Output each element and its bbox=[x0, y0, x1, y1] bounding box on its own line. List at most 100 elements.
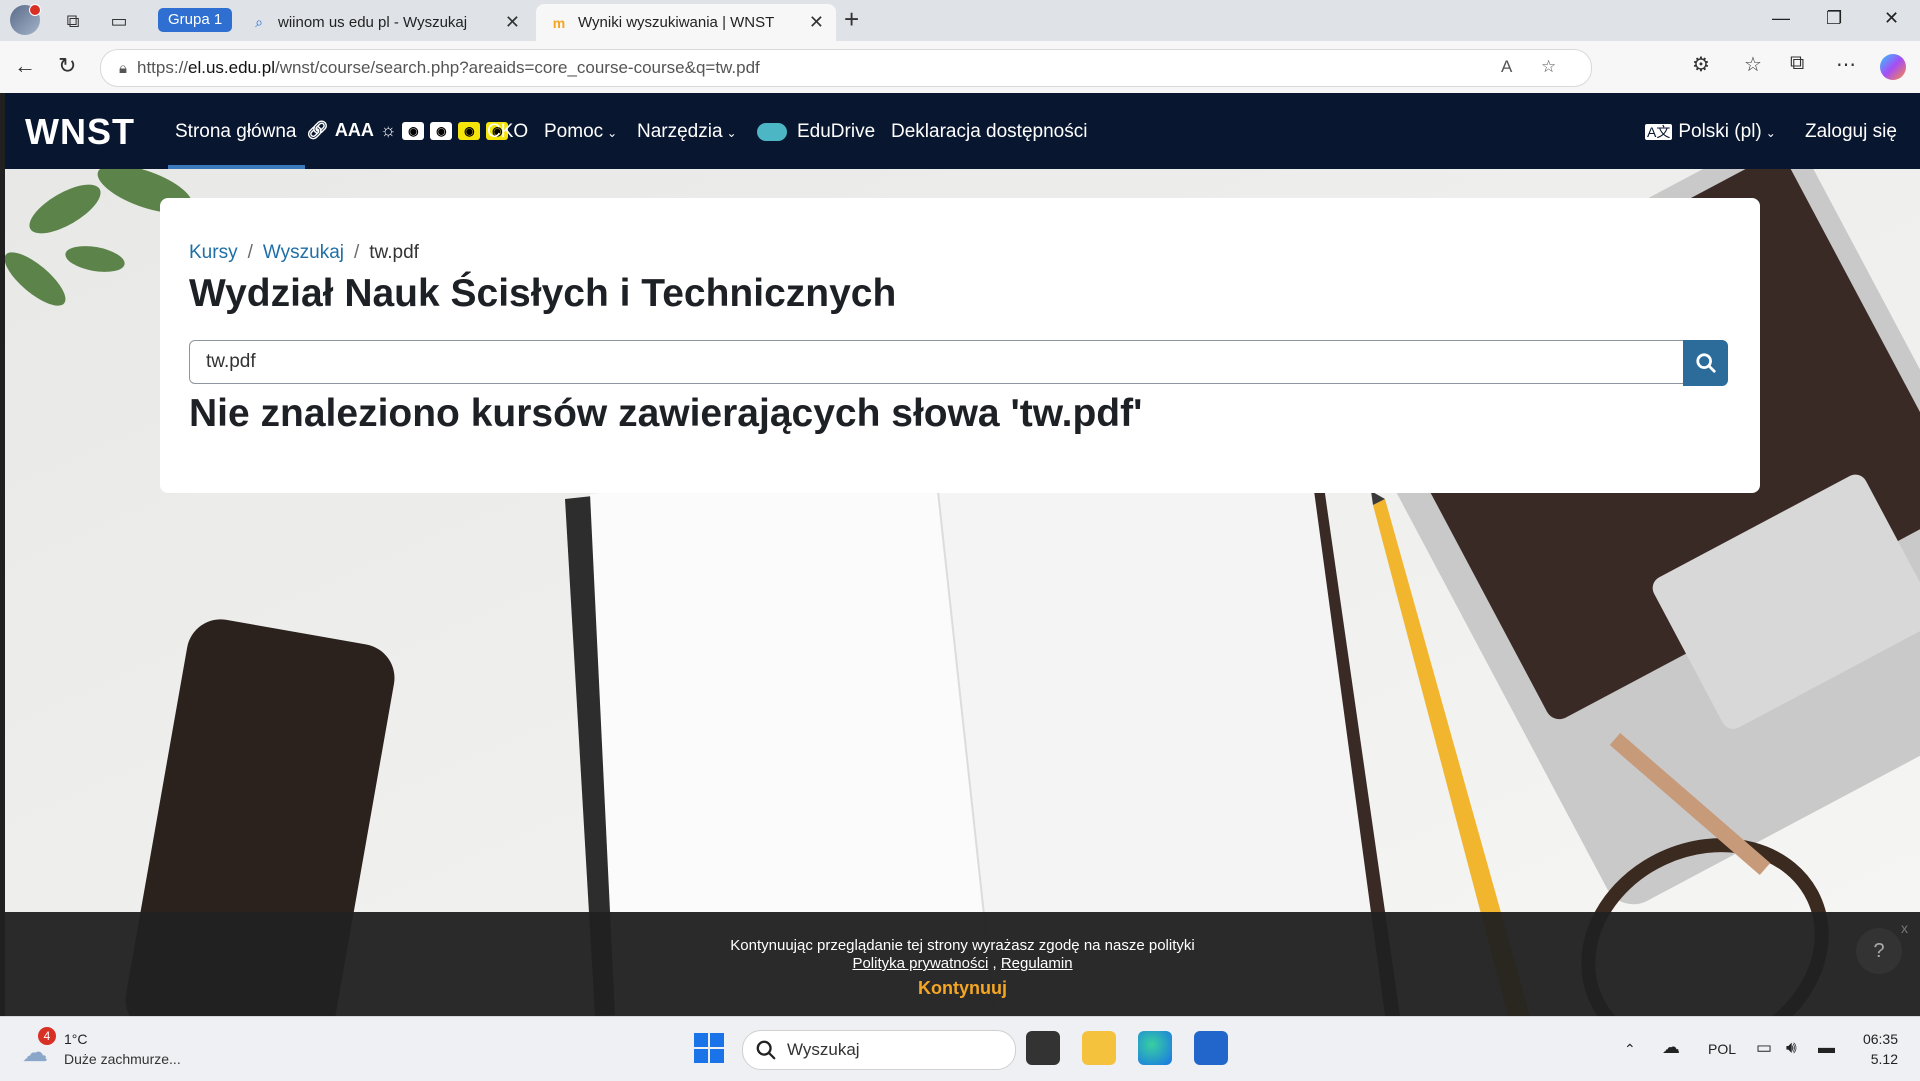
extensions-icon[interactable]: ⚙ bbox=[1692, 52, 1710, 77]
contrast-eye-icon[interactable]: ◉ bbox=[430, 121, 453, 140]
nav-tools[interactable]: Narzędzia ⌄ bbox=[637, 121, 737, 143]
search-icon bbox=[1695, 353, 1716, 373]
read-aloud-icon[interactable]: A bbox=[1501, 57, 1512, 77]
contrast-eye-icon[interactable]: ◉ bbox=[402, 121, 425, 140]
minimize-icon[interactable]: — bbox=[1772, 8, 1790, 29]
close-tab-icon[interactable]: ✕ bbox=[809, 12, 824, 33]
back-arrow-icon[interactable]: ← bbox=[14, 53, 36, 79]
chevron-down-icon: ⌄ bbox=[1765, 126, 1776, 140]
notification-dot bbox=[29, 4, 41, 16]
close-tab-icon[interactable]: ✕ bbox=[505, 12, 520, 33]
nav-edudrive-label: EduDrive bbox=[797, 121, 876, 142]
favorite-star-icon[interactable]: ☆ bbox=[1541, 57, 1556, 77]
tab-title: wiinom us edu pl - Wyszukaj bbox=[278, 14, 468, 31]
chevron-down-icon: ⌄ bbox=[607, 126, 618, 140]
clock-date: 5.12 bbox=[1870, 1051, 1898, 1067]
site-navbar: WNST Strona główna 🔗︎ AAA ☼ ◉ ◉ ◉ ◉ CKO … bbox=[5, 93, 1920, 169]
url-field[interactable]: 🔒︎ https://el.us.edu.pl/wnst/course/sear… bbox=[100, 49, 1592, 87]
font-size-aaa[interactable]: AAA bbox=[335, 120, 374, 141]
tab-group-chip[interactable]: Grupa 1 bbox=[158, 8, 233, 32]
cloud-icon bbox=[757, 122, 787, 141]
language-label: Polski (pl) bbox=[1678, 121, 1762, 142]
contrast-eye-icon[interactable]: ◉ bbox=[458, 121, 481, 140]
url-text: https://el.us.edu.pl/wnst/course/search.… bbox=[136, 58, 760, 77]
taskbar-search-placeholder: Wyszukaj bbox=[787, 1040, 860, 1059]
nav-active-indicator bbox=[168, 165, 305, 169]
cookie-link-separator: , bbox=[988, 955, 1001, 972]
store-icon[interactable] bbox=[1194, 1031, 1228, 1065]
breadcrumb-courses[interactable]: Kursy bbox=[189, 242, 238, 263]
tab-search[interactable]: ⌕ wiinom us edu pl - Wyszukaj ✕ bbox=[236, 4, 532, 41]
windows-taskbar: ☁ 4 1°C Duże zachmurze... Wyszukaj ⌃ ☁ P… bbox=[0, 1016, 1920, 1081]
clock-time: 06:35 bbox=[1862, 1031, 1898, 1047]
reload-icon[interactable]: ↻ bbox=[58, 53, 76, 79]
language-menu[interactable]: A文 Polski (pl) ⌄ bbox=[1645, 121, 1776, 143]
windows-logo-icon bbox=[694, 1033, 724, 1063]
accessibility-tools: 🔗︎ AAA ☼ ◉ ◉ ◉ ◉ bbox=[306, 120, 509, 141]
profile-avatar[interactable] bbox=[10, 4, 41, 35]
privacy-policy-link[interactable]: Polityka prywatności bbox=[852, 955, 988, 972]
nav-cko[interactable]: CKO bbox=[487, 121, 528, 143]
help-button[interactable]: ? bbox=[1856, 928, 1902, 974]
language-icon: A文 bbox=[1645, 124, 1673, 140]
search-results-card: Kursy / Wyszukaj / tw.pdf Wydział Nauk Ścisł… bbox=[160, 198, 1760, 493]
page-title: Wydział Nauk Ścisłych i Technicznych bbox=[189, 272, 897, 315]
restore-icon[interactable]: ❐ bbox=[1826, 8, 1842, 29]
breadcrumb-separator: / bbox=[353, 242, 360, 263]
terminal-icon[interactable] bbox=[1026, 1031, 1060, 1065]
cookie-close-button[interactable]: x bbox=[1901, 920, 1908, 936]
search-icon bbox=[756, 1040, 776, 1060]
browser-tab-bar: ⧉ ▭ Grupa 1 ⌕ wiinom us edu pl - Wyszuka… bbox=[0, 0, 1920, 41]
search-submit-button[interactable] bbox=[1683, 340, 1728, 386]
breadcrumb-search[interactable]: Wyszukaj bbox=[263, 242, 344, 263]
address-bar-row: ← ↻ 🔒︎ https://el.us.edu.pl/wnst/course/… bbox=[0, 41, 1920, 93]
moodle-favicon-icon: m bbox=[552, 14, 566, 31]
brightness-icon[interactable]: ☼ bbox=[380, 120, 397, 141]
tab-results[interactable]: m Wyniki wyszukiwania | WNST ✕ bbox=[536, 4, 836, 41]
start-windows-icon[interactable] bbox=[694, 1033, 728, 1067]
lock-icon: 🔒︎ bbox=[119, 59, 127, 77]
cookie-continue-button[interactable]: Kontynuuj bbox=[5, 978, 1920, 999]
no-results-message: Nie znaleziono kursów zawierających słow… bbox=[189, 392, 1143, 435]
copilot-icon[interactable] bbox=[1880, 54, 1906, 80]
battery-icon[interactable]: ▬ bbox=[1818, 1038, 1835, 1058]
edge-browser-icon[interactable] bbox=[1138, 1031, 1172, 1065]
chevron-up-icon[interactable]: ⌃ bbox=[1624, 1041, 1636, 1058]
workspaces-icon[interactable]: ⧉ bbox=[60, 8, 86, 34]
taskbar-search[interactable]: Wyszukaj bbox=[742, 1030, 1016, 1070]
tab-actions-icon[interactable]: ▭ bbox=[106, 8, 132, 34]
nav-help[interactable]: Pomoc ⌄ bbox=[544, 121, 617, 143]
breadcrumb-current: tw.pdf bbox=[369, 242, 419, 263]
course-search-input[interactable] bbox=[189, 340, 1689, 384]
nav-help-label: Pomoc bbox=[544, 121, 604, 142]
weather-desc: Duże zachmurze... bbox=[64, 1051, 181, 1067]
file-explorer-icon[interactable] bbox=[1082, 1031, 1116, 1065]
breadcrumb: Kursy / Wyszukaj / tw.pdf bbox=[189, 242, 419, 264]
onedrive-cloud-icon[interactable]: ☁ bbox=[1662, 1037, 1680, 1058]
tab-title: Wyniki wyszukiwania | WNST bbox=[578, 14, 775, 31]
window-close-icon[interactable]: ✕ bbox=[1884, 8, 1899, 29]
new-tab-icon[interactable]: + bbox=[844, 4, 859, 35]
breadcrumb-separator: / bbox=[247, 242, 253, 263]
link-icon[interactable]: 🔗︎ bbox=[306, 120, 329, 141]
weather-badge: 4 bbox=[38, 1027, 56, 1045]
favorites-icon[interactable]: ☆ bbox=[1744, 52, 1762, 77]
cookie-banner: Kontynuując przeglądanie tej strony wyra… bbox=[5, 912, 1920, 1016]
login-link[interactable]: Zaloguj się bbox=[1805, 121, 1897, 143]
collections-icon[interactable]: ⧉ bbox=[1790, 52, 1804, 75]
weather-temp: 1°C bbox=[64, 1031, 88, 1047]
terms-link[interactable]: Regulamin bbox=[1001, 955, 1073, 972]
nav-home[interactable]: Strona główna bbox=[175, 121, 296, 143]
nav-edudrive[interactable]: EduDrive bbox=[757, 121, 875, 143]
network-icon[interactable]: ▭ bbox=[1756, 1038, 1772, 1058]
cookie-text: Kontynuując przeglądanie tej strony wyra… bbox=[730, 937, 1195, 954]
site-logo[interactable]: WNST bbox=[25, 111, 135, 153]
chevron-down-icon: ⌄ bbox=[726, 126, 737, 140]
web-page: WNST Strona główna 🔗︎ AAA ☼ ◉ ◉ ◉ ◉ CKO … bbox=[5, 93, 1920, 1016]
volume-icon[interactable]: 🔊︎ bbox=[1786, 1038, 1797, 1058]
system-clock[interactable]: 06:35 5.12 bbox=[1863, 1029, 1898, 1069]
input-language[interactable]: POL bbox=[1708, 1041, 1736, 1057]
more-menu-icon[interactable]: ⋯ bbox=[1836, 52, 1856, 77]
nav-accessibility[interactable]: Deklaracja dostępności bbox=[891, 121, 1087, 143]
course-search-form bbox=[189, 340, 1730, 386]
